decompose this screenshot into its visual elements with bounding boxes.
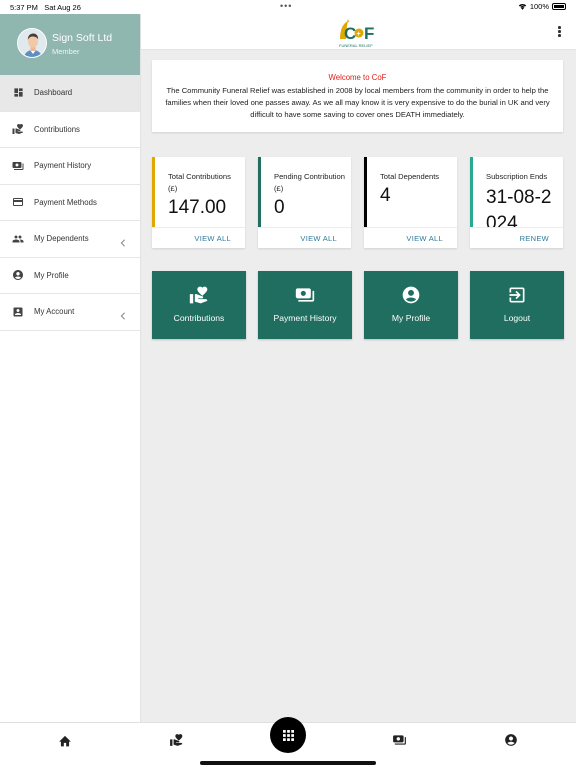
- multitask-dots-icon: •••: [280, 1, 293, 11]
- sidebar-item-label: My Profile: [34, 270, 69, 280]
- dashboard-icon: [12, 87, 24, 99]
- stat-label: Total Contributions (£): [168, 172, 231, 193]
- sidebar-item-my-dependents[interactable]: My Dependents: [0, 221, 140, 258]
- view-all-dependents-link[interactable]: VIEW ALL: [406, 234, 443, 243]
- tile-label: Contributions: [173, 313, 225, 323]
- status-time: 5:37 PM Sat Aug 26: [10, 3, 81, 12]
- svg-text:F: F: [364, 24, 374, 43]
- sidebar-item-contributions[interactable]: Contributions: [0, 112, 140, 148]
- stat-label: Subscription Ends: [486, 172, 548, 181]
- renew-link[interactable]: RENEW: [520, 234, 549, 243]
- sidebar-item-dashboard[interactable]: Dashboard: [0, 75, 140, 112]
- top-bar: C + F FUNERAL RELIEF: [141, 14, 576, 50]
- chevron-left-icon[interactable]: [120, 307, 126, 325]
- stat-label: Pending Contribution (£): [274, 172, 345, 193]
- menu-grid-button[interactable]: [270, 717, 306, 753]
- payments-icon[interactable]: [390, 731, 408, 749]
- chevron-left-icon[interactable]: [120, 234, 126, 252]
- svg-text:FUNERAL RELIEF: FUNERAL RELIEF: [339, 43, 373, 48]
- tile-label: Payment History: [273, 313, 337, 323]
- sidebar: Sign Soft Ltd Member Dashboard Contribut…: [0, 14, 141, 722]
- profile-header: Sign Soft Ltd Member: [0, 14, 140, 75]
- welcome-card: Welcome to CoF The Community Funeral Rel…: [152, 60, 563, 132]
- svg-text:+: +: [357, 31, 361, 38]
- stat-card-pending-contribution: Pending Contribution (£) 0 VIEW ALL: [258, 157, 351, 248]
- main-content: Welcome to CoF The Community Funeral Rel…: [141, 50, 576, 722]
- stat-footer: VIEW ALL: [364, 227, 457, 248]
- view-all-pending-link[interactable]: VIEW ALL: [300, 234, 337, 243]
- avatar: [17, 28, 47, 58]
- account-circle-icon: [12, 269, 24, 281]
- stat-value: 0: [274, 197, 285, 218]
- sidebar-item-label: Payment Methods: [34, 197, 97, 207]
- sidebar-item-label: Contributions: [34, 124, 80, 134]
- welcome-text: The Community Funeral Relief was establi…: [165, 86, 550, 119]
- stat-card-total-dependents: Total Dependents 4 VIEW ALL: [364, 157, 457, 248]
- profile-role: Member: [52, 47, 80, 56]
- stat-value: 147.00: [168, 197, 227, 218]
- sidebar-item-payment-methods[interactable]: Payment Methods: [0, 185, 140, 221]
- logout-icon: [470, 285, 564, 307]
- sidebar-item-label: My Dependents: [34, 234, 89, 244]
- account-circle-icon: [364, 285, 458, 307]
- home-indicator: [200, 761, 376, 765]
- welcome-title: Welcome to CoF: [328, 73, 387, 82]
- stat-label: Total Dependents: [380, 172, 440, 181]
- svg-text:C: C: [344, 24, 356, 43]
- stat-footer: VIEW ALL: [258, 227, 351, 248]
- status-indicators: 100%: [518, 2, 566, 11]
- account-circle-icon[interactable]: [502, 731, 520, 749]
- grid-icon: [282, 729, 294, 741]
- account-box-icon: [12, 306, 24, 318]
- profile-name: Sign Soft Ltd: [52, 32, 113, 44]
- sidebar-item-label: Dashboard: [34, 88, 73, 98]
- sidebar-item-label: Payment History: [34, 161, 92, 171]
- battery-percent: 100%: [529, 2, 549, 11]
- battery-icon: [552, 3, 566, 10]
- status-bar: 5:37 PM Sat Aug 26 ••• 100%: [0, 0, 576, 14]
- more-options-icon[interactable]: [558, 26, 562, 38]
- hand-heart-icon: [12, 123, 24, 135]
- logout-tile[interactable]: Logout: [470, 271, 564, 339]
- tile-label: My Profile: [391, 313, 431, 323]
- payment-history-tile[interactable]: Payment History: [258, 271, 352, 339]
- people-icon: [12, 233, 24, 245]
- my-profile-tile[interactable]: My Profile: [364, 271, 458, 339]
- sidebar-item-label: My Account: [34, 307, 75, 317]
- payments-icon: [258, 285, 352, 307]
- hand-heart-icon[interactable]: [167, 731, 185, 749]
- credit-card-icon: [12, 196, 24, 208]
- tile-label: Logout: [503, 313, 531, 323]
- hand-heart-icon: [152, 285, 246, 307]
- sidebar-item-payment-history[interactable]: Payment History: [0, 148, 140, 185]
- stat-card-total-contributions: Total Contributions (£) 147.00 VIEW ALL: [152, 157, 245, 248]
- home-icon[interactable]: [56, 731, 74, 749]
- contributions-tile[interactable]: Contributions: [152, 271, 246, 339]
- stat-value: 4: [380, 185, 391, 206]
- cof-logo: C + F FUNERAL RELIEF: [336, 17, 382, 49]
- view-all-contributions-link[interactable]: VIEW ALL: [194, 234, 231, 243]
- bottom-nav: [0, 717, 576, 768]
- stat-card-subscription-ends: Subscription Ends 31-08-2024 RENEW: [470, 157, 563, 248]
- stat-footer: RENEW: [470, 227, 563, 248]
- sidebar-item-my-profile[interactable]: My Profile: [0, 258, 140, 294]
- sidebar-item-my-account[interactable]: My Account: [0, 294, 140, 331]
- payments-icon: [12, 160, 24, 172]
- stat-footer: VIEW ALL: [152, 227, 245, 248]
- wifi-icon: [518, 3, 527, 10]
